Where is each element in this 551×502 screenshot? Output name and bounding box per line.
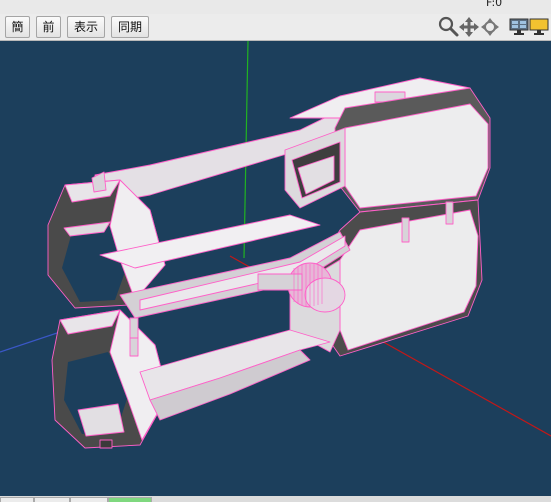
bottom-tab-3[interactable] (70, 497, 108, 502)
front-view-button[interactable]: 前 (36, 16, 61, 38)
monitor-layout-icon[interactable] (509, 18, 529, 36)
bottom-tab-2[interactable] (34, 497, 70, 502)
magnifier-icon[interactable] (438, 16, 460, 38)
rotate-arrows-icon[interactable] (479, 16, 501, 38)
top-strip: F:0 (0, 0, 551, 14)
simple-button[interactable]: 簡 (5, 16, 30, 38)
frame-counter: F:0 (486, 0, 503, 9)
sync-button[interactable]: 同期 (111, 16, 149, 38)
bottom-tab-selected[interactable] (108, 497, 152, 502)
bottom-tab-1[interactable] (0, 497, 34, 502)
display-button[interactable]: 表示 (67, 16, 105, 38)
move-arrows-icon[interactable] (458, 16, 480, 38)
3d-viewport[interactable] (0, 41, 551, 496)
display-icon[interactable] (529, 18, 549, 36)
